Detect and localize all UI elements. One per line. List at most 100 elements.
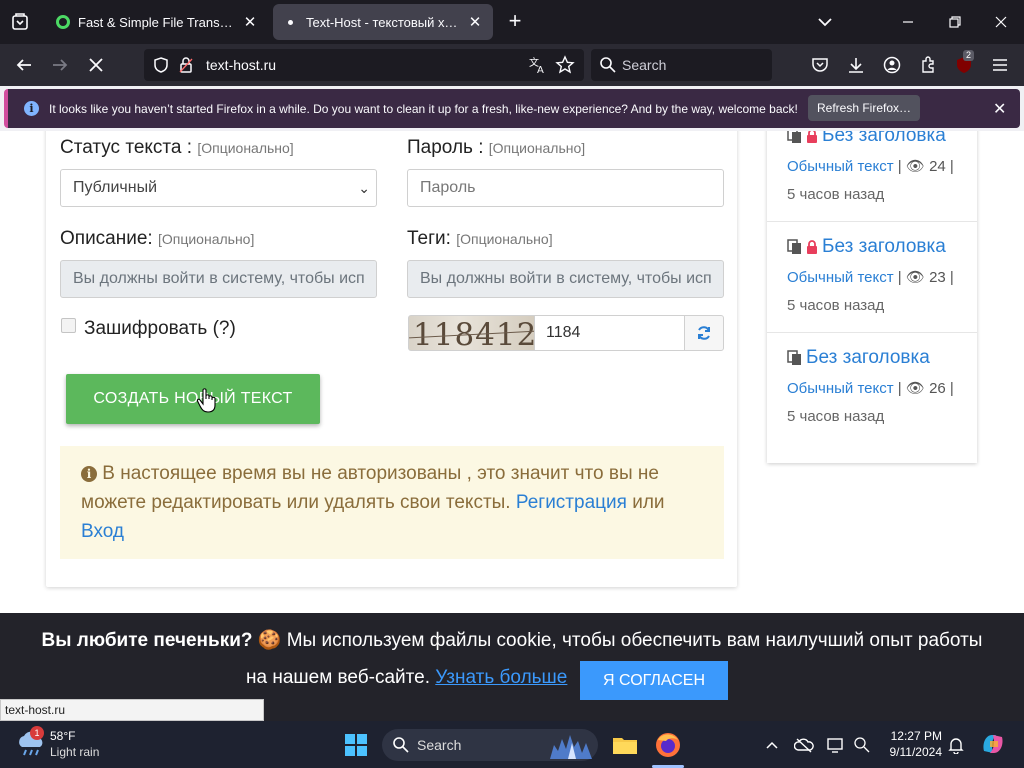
chevron-down-icon[interactable] — [815, 12, 835, 32]
encrypt-label: Зашифровать (?) — [84, 318, 236, 339]
refresh-firefox-notification: i It looks like you haven’t started Fire… — [4, 89, 1020, 128]
windows-start-icon[interactable] — [344, 733, 368, 757]
close-tab-icon[interactable]: ✕ — [242, 14, 258, 31]
stop-loading-icon[interactable] — [84, 53, 108, 77]
status-select[interactable]: Публичный ⌄ — [60, 169, 377, 207]
taskbar-search[interactable]: Search — [382, 729, 598, 761]
lock-icon — [807, 240, 817, 254]
search-highlight-icon — [550, 735, 592, 759]
not-authorized-alert: i В настоящее время вы не авторизованы ,… — [60, 446, 724, 559]
info-icon: i — [81, 466, 97, 482]
tags-input[interactable]: Вы должны войти в систему, чтобы исп — [407, 260, 724, 298]
timestamp: 5 часов назад — [787, 297, 885, 314]
system-clock[interactable]: 12:27 PM 9/11/2024 — [884, 728, 943, 760]
forward-arrow-icon[interactable] — [48, 53, 72, 77]
link-status-bar: text-host.ru — [0, 699, 264, 721]
refresh-icon — [698, 326, 710, 340]
new-tab-button[interactable]: + — [503, 10, 527, 34]
cookie-message: Вы любите печеньки? 🍪 Мы используем файл… — [41, 630, 983, 651]
view-count: 26 — [929, 380, 946, 397]
windows-taskbar: 1 58°F Light rain Search 12:27 PM 9/11/2… — [0, 721, 1024, 768]
captcha-image: 118412 — [408, 315, 535, 351]
refresh-firefox-button[interactable]: Refresh Firefox… — [808, 95, 920, 121]
firefox-icon[interactable] — [653, 730, 683, 760]
tab-title: Fast & Simple File Transfers - Fi — [78, 14, 234, 30]
chevron-down-icon: ⌄ — [358, 180, 370, 196]
loading-indicator-icon — [288, 19, 293, 25]
weather-condition: Light rain — [50, 745, 100, 759]
back-arrow-icon[interactable] — [12, 53, 36, 77]
list-item[interactable]: Без заголовка Обычный текст | 👁 26 | 5 ч… — [767, 333, 977, 444]
create-new-text-button[interactable]: СОЗДАТЬ НОВЫЙ ТЕКСТ — [66, 374, 320, 424]
recent-texts-panel: Без заголовка Обычный текст | 👁 24 | 5 ч… — [767, 131, 977, 463]
cookie-agree-button[interactable]: Я СОГЛАСЕН — [580, 661, 728, 700]
text-title-link[interactable]: Без заголовка — [806, 347, 930, 369]
hamburger-menu-icon[interactable] — [988, 53, 1012, 77]
text-type-link[interactable]: Обычный текст — [787, 380, 894, 397]
view-count: 23 — [929, 269, 946, 286]
hand-cursor-icon — [196, 388, 216, 413]
svg-text:A: A — [537, 65, 544, 75]
weather-widget[interactable]: 1 58°F Light rain — [16, 726, 99, 762]
text-title-link[interactable]: Без заголовка — [822, 236, 946, 258]
encrypt-checkbox[interactable] — [61, 318, 76, 333]
shield-icon[interactable] — [152, 56, 170, 77]
onedrive-offline-icon[interactable] — [794, 735, 814, 755]
password-input[interactable]: Пароль — [407, 169, 724, 207]
downloads-icon[interactable] — [844, 53, 868, 77]
search-icon — [599, 56, 617, 77]
tab-list-icon[interactable] — [8, 10, 32, 34]
url-bar[interactable]: text-host.ru 文A — [144, 49, 584, 81]
register-link[interactable]: Регистрация — [516, 492, 627, 513]
weather-alert-badge: 1 — [30, 726, 44, 740]
help-tooltip[interactable]: (?) — [213, 318, 236, 339]
eye-icon: 👁 — [905, 158, 925, 175]
close-window-button[interactable] — [986, 8, 1016, 36]
translate-icon[interactable]: 文A — [528, 55, 548, 80]
restore-button[interactable] — [940, 8, 970, 36]
description-input[interactable]: Вы должны войти в систему, чтобы исп — [60, 260, 377, 298]
close-tab-icon[interactable]: ✕ — [467, 14, 483, 31]
copilot-icon[interactable] — [980, 731, 1006, 757]
minimize-button[interactable] — [893, 8, 923, 36]
timestamp: 5 часов назад — [787, 408, 885, 425]
site-favicon-icon — [56, 15, 70, 29]
extension-badge: 2 — [963, 50, 975, 61]
bookmark-star-icon[interactable] — [555, 55, 575, 78]
close-notification-icon[interactable]: ✕ — [993, 99, 1006, 119]
refresh-captcha-button[interactable] — [684, 315, 724, 351]
notification-bell-icon[interactable] — [946, 735, 966, 755]
text-type-link[interactable]: Обычный текст — [787, 269, 894, 286]
pocket-icon[interactable] — [808, 53, 832, 77]
captcha-input[interactable]: 1184 — [534, 315, 685, 351]
tab-text-host[interactable]: Text-Host - текстовый хостинг ✕ — [273, 4, 493, 40]
tab-bar: Fast & Simple File Transfers - Fi ✕ Text… — [0, 0, 1024, 44]
search-placeholder: Search — [622, 57, 667, 73]
copy-icon — [787, 131, 801, 143]
lock-icon[interactable] — [178, 56, 194, 77]
copy-icon — [787, 350, 801, 365]
extensions-icon[interactable] — [916, 53, 940, 77]
list-item[interactable]: Без заголовка Обычный текст | 👁 24 | 5 ч… — [767, 131, 977, 222]
tab-file-transfers[interactable]: Fast & Simple File Transfers - Fi ✕ — [46, 4, 268, 40]
learn-more-link[interactable]: Узнать больше — [435, 667, 567, 688]
search-icon — [392, 736, 410, 757]
eye-icon: 👁 — [905, 269, 925, 286]
text-type-link[interactable]: Обычный текст — [787, 158, 894, 175]
list-item[interactable]: Без заголовка Обычный текст | 👁 23 | 5 ч… — [767, 222, 977, 333]
login-link[interactable]: Вход — [81, 521, 124, 542]
text-title-link[interactable]: Без заголовка — [822, 131, 946, 147]
notification-message: It looks like you haven’t started Firefo… — [49, 102, 798, 116]
file-explorer-icon[interactable] — [610, 730, 640, 760]
chevron-up-icon[interactable] — [762, 735, 782, 755]
account-icon[interactable] — [880, 53, 904, 77]
eye-icon: 👁 — [905, 380, 925, 397]
tags-label: Теги: [Опционально] — [407, 228, 553, 249]
url-text: text-host.ru — [206, 57, 277, 73]
page-viewport: Статус текста : [Опционально] Публичный … — [0, 131, 1024, 721]
status-label: Статус текста : [Опционально] — [60, 137, 294, 158]
display-icon[interactable] — [826, 735, 846, 755]
copy-icon — [787, 239, 801, 254]
search-bar[interactable]: Search — [591, 49, 772, 81]
network-icon[interactable] — [852, 735, 872, 755]
